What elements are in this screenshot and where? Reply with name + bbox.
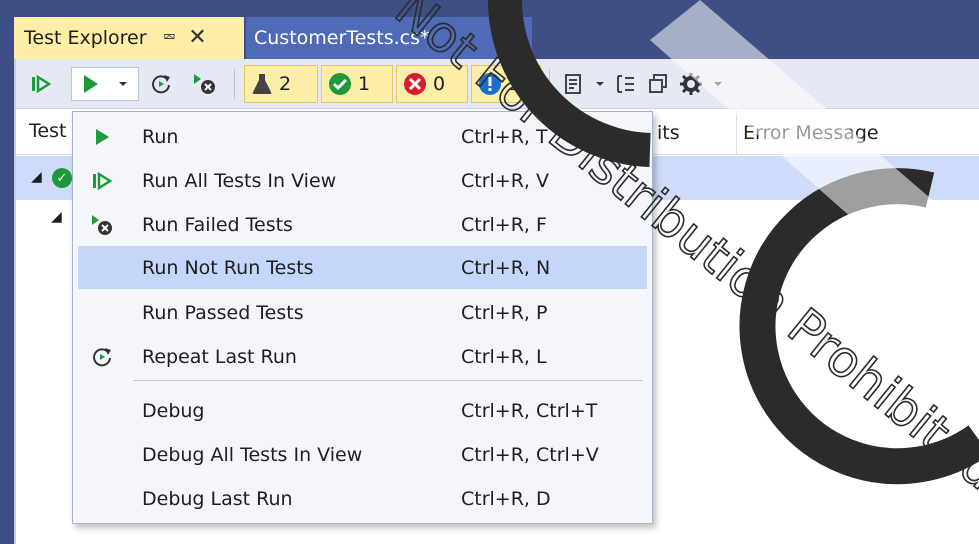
column-header-test[interactable]: Test bbox=[29, 120, 66, 142]
column-header-traits[interactable]: its bbox=[650, 110, 738, 155]
flask-icon bbox=[252, 74, 272, 94]
repeat-icon bbox=[152, 75, 170, 94]
menu-item-run[interactable]: Run Ctrl+R, T bbox=[73, 115, 652, 158]
menu-item-shortcut: Ctrl+R, F bbox=[461, 213, 547, 236]
menu-item-shortcut: Ctrl+R, T bbox=[461, 125, 548, 148]
menu-item-label: Run Failed Tests bbox=[142, 213, 293, 236]
play-icon bbox=[85, 122, 119, 152]
watermark-c-mark bbox=[739, 168, 979, 485]
menu-item-shortcut: Ctrl+R, P bbox=[461, 301, 548, 324]
collapse-all-icon[interactable] bbox=[646, 72, 670, 96]
menu-item-repeat-last-run[interactable]: Repeat Last Run Ctrl+R, L bbox=[73, 335, 652, 378]
menu-item-run-failed[interactable]: Run Failed Tests Ctrl+R, F bbox=[73, 203, 652, 246]
menu-item-shortcut: Ctrl+R, Ctrl+T bbox=[461, 399, 598, 422]
column-header-label: its bbox=[657, 121, 680, 144]
run-dropdown-menu: Run Ctrl+R, T Run All Tests In View Ctrl… bbox=[72, 111, 653, 524]
menu-item-debug[interactable]: Debug Ctrl+R, Ctrl+T bbox=[73, 389, 652, 432]
passed-status-icon: ✓ bbox=[52, 168, 72, 188]
menu-item-debug-all-in-view[interactable]: Debug All Tests In View Ctrl+R, Ctrl+V bbox=[73, 433, 652, 476]
menu-item-run-all-in-view[interactable]: Run All Tests In View Ctrl+R, V bbox=[73, 159, 652, 202]
failed-tests-counter[interactable]: 0 bbox=[396, 65, 468, 103]
play-icon bbox=[84, 75, 98, 93]
menu-separator bbox=[133, 380, 643, 381]
tab-label: CustomerTests.cs* bbox=[254, 27, 430, 49]
run-all-icon bbox=[32, 74, 52, 94]
column-header-error-message[interactable]: Error Message bbox=[736, 110, 979, 155]
menu-item-run-not-run[interactable]: Run Not Run Tests Ctrl+R, N bbox=[78, 246, 647, 289]
repeat-last-run-button[interactable] bbox=[146, 69, 176, 99]
expand-triangle-icon[interactable]: ◢ bbox=[31, 169, 42, 185]
menu-item-label: Run Not Run Tests bbox=[142, 256, 314, 279]
run-all-icon bbox=[85, 166, 119, 196]
menu-item-label: Run All Tests In View bbox=[142, 169, 337, 192]
menu-item-label: Debug Last Run bbox=[142, 487, 293, 510]
check-circle-icon bbox=[329, 73, 351, 95]
counter-value: 0 bbox=[433, 73, 446, 95]
menu-item-label: Repeat Last Run bbox=[142, 345, 297, 368]
group-by-icon[interactable] bbox=[614, 72, 638, 96]
toolbar-separator bbox=[549, 69, 550, 99]
gear-icon[interactable] bbox=[678, 71, 704, 97]
test-explorer-window: Test Explorer ⮹ ✕ CustomerTests.cs* 2 1 … bbox=[0, 0, 979, 544]
passed-tests-counter[interactable]: 1 bbox=[321, 65, 393, 103]
chevron-down-icon[interactable] bbox=[594, 79, 606, 89]
counter-value: 1 bbox=[358, 73, 371, 95]
chevron-down-icon[interactable] bbox=[712, 79, 724, 89]
tab-label: Test Explorer bbox=[24, 27, 147, 49]
counter-value: 2 bbox=[279, 73, 292, 95]
column-header-label: Error Message bbox=[743, 121, 879, 144]
close-icon[interactable]: ✕ bbox=[188, 27, 206, 49]
toolbar-separator bbox=[234, 69, 235, 99]
run-all-button[interactable] bbox=[24, 69, 58, 99]
menu-item-label: Debug bbox=[142, 399, 205, 422]
menu-item-shortcut: Ctrl+R, D bbox=[461, 487, 551, 510]
run-failed-icon bbox=[85, 210, 119, 240]
run-failed-tests-button[interactable] bbox=[188, 69, 222, 99]
toolbar-right-icons bbox=[562, 69, 724, 99]
chevron-down-icon bbox=[119, 82, 127, 86]
x-circle-icon bbox=[404, 73, 426, 95]
info-circle-icon bbox=[479, 73, 501, 95]
total-tests-counter[interactable]: 2 bbox=[244, 65, 318, 103]
tab-test-explorer[interactable]: Test Explorer ⮹ ✕ bbox=[14, 17, 244, 59]
run-dropdown-button[interactable] bbox=[71, 67, 139, 101]
expand-triangle-icon[interactable]: ◢ bbox=[51, 209, 62, 225]
tab-customer-tests[interactable]: CustomerTests.cs* bbox=[246, 17, 532, 59]
window-frame-left bbox=[0, 0, 14, 544]
menu-item-label: Debug All Tests In View bbox=[142, 443, 363, 466]
menu-item-shortcut: Ctrl+R, N bbox=[461, 256, 551, 279]
menu-item-shortcut: Ctrl+R, V bbox=[461, 169, 550, 192]
not-run-tests-counter[interactable]: 1 bbox=[471, 65, 541, 103]
pin-icon[interactable]: ⮹ bbox=[163, 28, 177, 48]
menu-item-run-passed[interactable]: Run Passed Tests Ctrl+R, P bbox=[73, 291, 652, 334]
window-frame-top bbox=[0, 0, 979, 13]
counter-value: 1 bbox=[508, 73, 521, 95]
repeat-icon bbox=[85, 342, 119, 372]
run-failed-icon bbox=[194, 74, 215, 94]
toolbar: 2 1 0 1 bbox=[16, 59, 979, 109]
menu-item-shortcut: Ctrl+R, Ctrl+V bbox=[461, 443, 599, 466]
menu-item-label: Run bbox=[142, 125, 179, 148]
menu-item-label: Run Passed Tests bbox=[142, 301, 304, 324]
menu-item-debug-last-run[interactable]: Debug Last Run Ctrl+R, D bbox=[73, 477, 652, 520]
playlist-icon[interactable] bbox=[562, 72, 586, 96]
menu-item-shortcut: Ctrl+R, L bbox=[461, 345, 547, 368]
